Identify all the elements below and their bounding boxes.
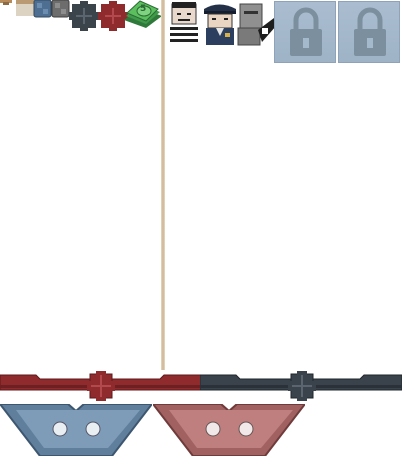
prisoner-icon[interactable] [170, 2, 198, 44]
padlock-icon [354, 7, 386, 56]
locked-slot[interactable] [274, 1, 336, 63]
padlock-icon [290, 7, 322, 56]
gray-tile-icon[interactable] [51, 0, 70, 18]
sword-icon[interactable] [0, 0, 12, 5]
red-cross-emblem [86, 370, 116, 406]
center-divider [161, 0, 165, 370]
item-toolbar: 5 [0, 0, 402, 66]
dark-cross-emblem [287, 370, 317, 406]
robot-icon[interactable] [237, 3, 276, 46]
dark-cross-block-icon[interactable] [69, 1, 99, 31]
scroll-icon[interactable] [16, 0, 34, 16]
locked-slot[interactable] [338, 1, 400, 63]
red-cross-block-icon[interactable] [98, 1, 128, 31]
red-tray[interactable] [150, 403, 308, 457]
blue-tray[interactable] [0, 403, 155, 457]
police-officer-icon[interactable] [204, 4, 236, 46]
blue-tile-icon[interactable] [33, 0, 52, 18]
money-denomination-label: 5 [140, 4, 147, 14]
